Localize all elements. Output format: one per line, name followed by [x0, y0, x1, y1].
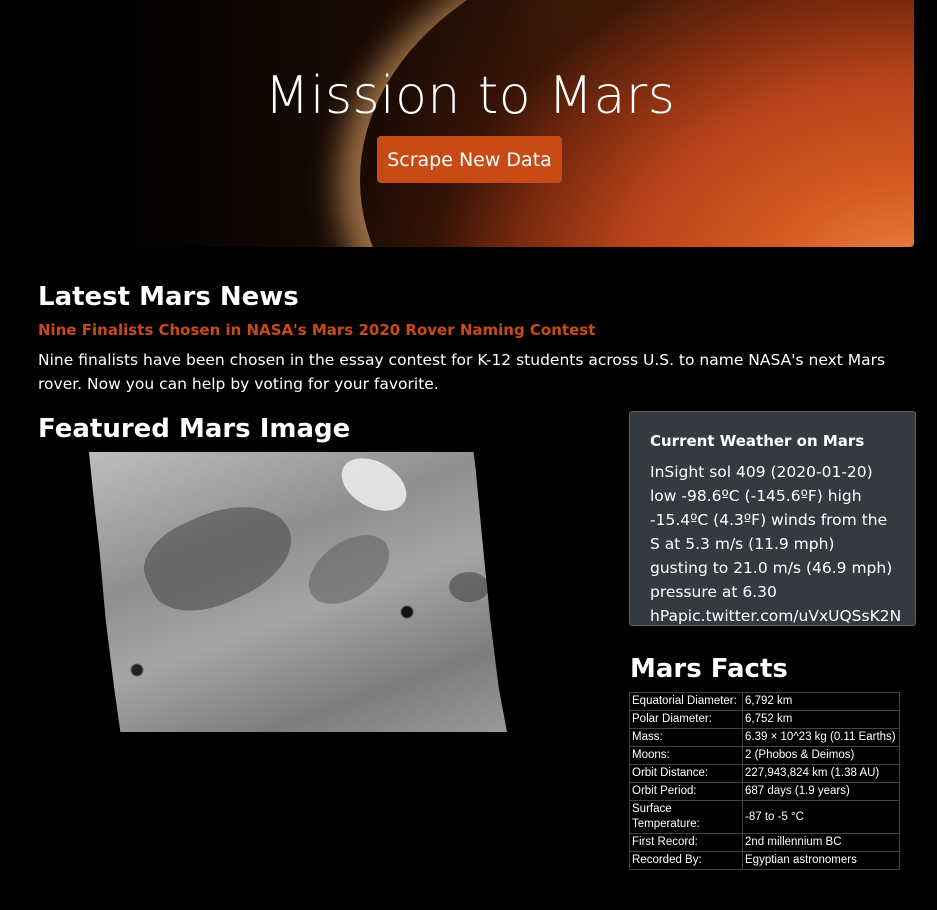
table-row: Moons: 2 (Phobos & Deimos) — [629, 746, 900, 765]
terrain-ridge — [132, 484, 306, 630]
fact-value: -87 to -5 °C — [742, 800, 900, 834]
table-row: Orbit Distance: 227,943,824 km (1.38 AU) — [629, 764, 900, 783]
table-row: Recorded By: Egyptian astronomers — [629, 851, 900, 870]
table-row: Orbit Period: 687 days (1.9 years) — [629, 782, 900, 801]
hero-banner: Mission to Mars Scrape New Data — [0, 0, 914, 247]
featured-mars-image[interactable] — [89, 452, 507, 732]
fact-label: Orbit Period: — [629, 782, 743, 801]
page-title: Mission to Mars — [264, 66, 676, 126]
news-heading: Latest Mars News — [38, 282, 299, 312]
fact-label: Orbit Distance: — [629, 764, 743, 783]
table-row: Equatorial Diameter: 6,792 km — [629, 692, 900, 711]
table-row: Polar Diameter: 6,752 km — [629, 710, 900, 729]
fact-value: 6,752 km — [742, 710, 900, 729]
fact-label: Polar Diameter: — [629, 710, 743, 729]
mars-facts-table: Equatorial Diameter: 6,792 km Polar Diamet… — [629, 692, 900, 870]
facts-heading: Mars Facts — [630, 654, 788, 684]
fact-value: 6,792 km — [742, 692, 900, 711]
fact-label: Surface Temperature: — [629, 800, 743, 834]
weather-text: InSight sol 409 (2020-01-20) low -98.6ºC… — [650, 463, 902, 625]
fact-label: Recorded By: — [629, 851, 743, 870]
table-row: Surface Temperature: -87 to -5 °C — [629, 800, 900, 834]
featured-image-heading: Featured Mars Image — [38, 414, 351, 444]
fact-value: 227,943,824 km (1.38 AU) — [742, 764, 900, 783]
table-row: Mass: 6.39 × 10^23 kg (0.11 Earths) — [629, 728, 900, 747]
terrain-ridge — [449, 572, 489, 602]
news-title-link[interactable]: Nine Finalists Chosen in NASA's Mars 202… — [38, 321, 595, 339]
scrape-new-data-button[interactable]: Scrape New Data — [377, 136, 562, 183]
weather-card: Current Weather on Mars InSight sol 409 … — [629, 411, 916, 626]
fact-value: 687 days (1.9 years) — [742, 782, 900, 801]
fact-label: Equatorial Diameter: — [629, 692, 743, 711]
terrain-ridge — [296, 521, 402, 618]
fact-label: First Record: — [629, 833, 743, 852]
news-paragraph: Nine finalists have been chosen in the e… — [38, 351, 886, 393]
fact-label: Mass: — [629, 728, 743, 747]
fact-value: 2 (Phobos & Deimos) — [742, 746, 900, 765]
fact-value: 6.39 × 10^23 kg (0.11 Earths) — [742, 728, 900, 747]
fact-value: Egyptian astronomers — [742, 851, 900, 870]
weather-heading: Current Weather on Mars — [650, 432, 865, 450]
terrain-bright-patch — [332, 452, 416, 522]
fact-label: Moons: — [629, 746, 743, 765]
fact-value: 2nd millennium BC — [742, 833, 900, 852]
table-row: First Record: 2nd millennium BC — [629, 833, 900, 852]
